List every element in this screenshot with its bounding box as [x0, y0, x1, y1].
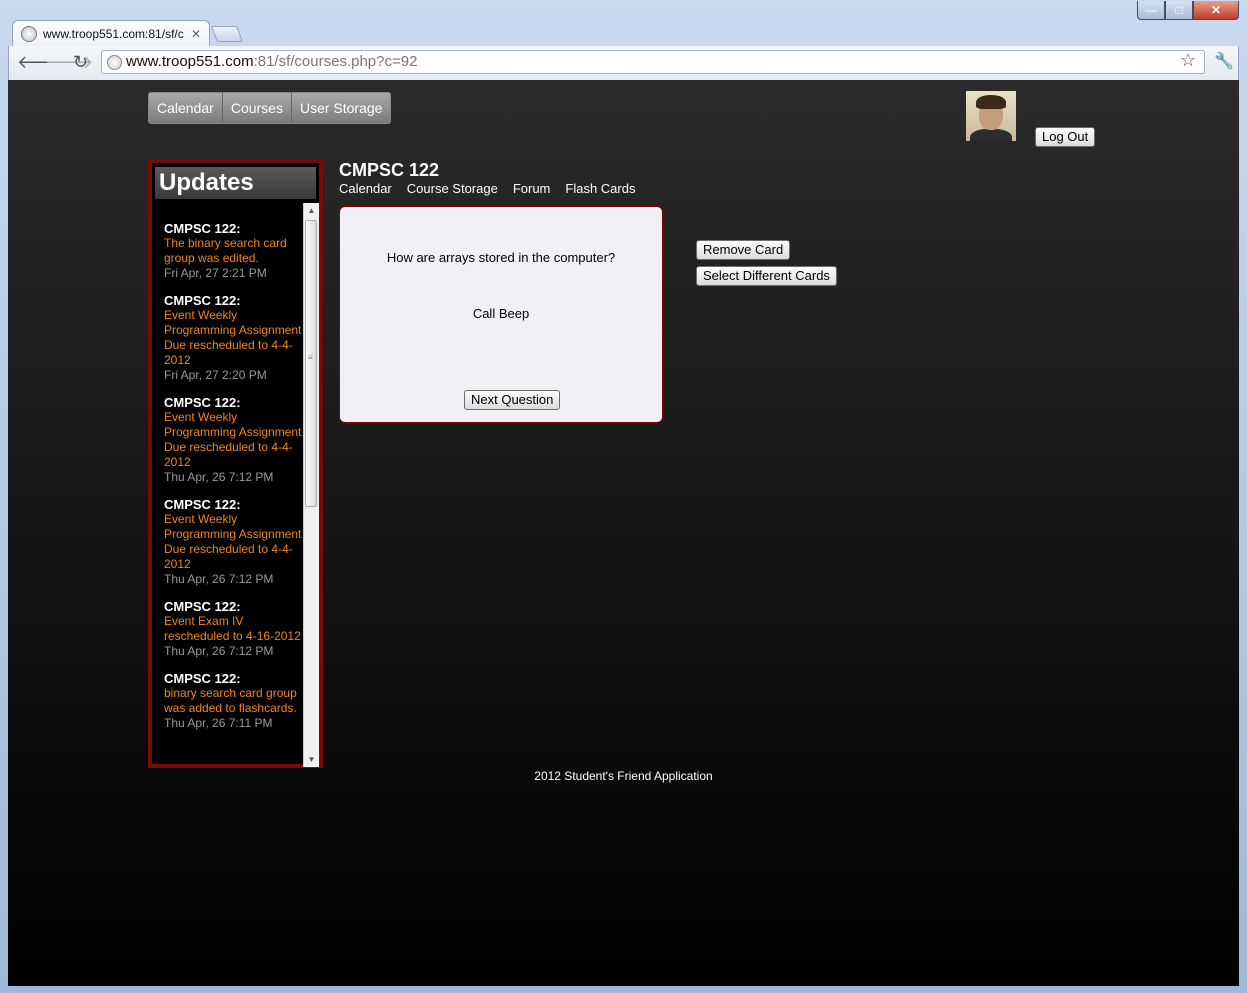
url-path: :81/sf/courses.php?c=92 — [253, 53, 418, 70]
update-message: Event Exam IV rescheduled to 4-16-2012 — [164, 614, 301, 643]
globe-icon — [21, 25, 37, 42]
updates-panel: Updates CMPSC 122: The binary search car… — [148, 159, 323, 768]
update-item: CMPSC 122: Event Weekly Programming Assi… — [164, 395, 302, 485]
url-host: www.troop551.com — [126, 53, 254, 70]
update-message: Event Weekly Programming Assignment Due … — [164, 410, 302, 469]
browser-tab[interactable]: www.troop551.com:81/sf/c ✕ — [12, 20, 210, 46]
update-date: Fri Apr, 27 2:20 PM — [164, 368, 267, 382]
update-item: CMPSC 122: Event Exam IV rescheduled to … — [164, 599, 302, 659]
flashcard-question: How are arrays stored in the computer? — [386, 250, 616, 265]
update-item: CMPSC 122: The binary search card group … — [164, 221, 302, 281]
minimize-icon[interactable]: — — [1137, 1, 1165, 20]
subnav-course-storage[interactable]: Course Storage — [407, 181, 498, 196]
scroll-up-icon[interactable]: ▲ — [304, 203, 319, 218]
new-tab-button[interactable] — [211, 26, 243, 42]
subnav-calendar[interactable]: Calendar — [339, 181, 392, 196]
update-message: The binary search card group was edited. — [164, 236, 287, 265]
update-course: CMPSC 122: — [164, 395, 241, 410]
update-date: Thu Apr, 26 7:12 PM — [164, 572, 274, 586]
updates-title: Updates — [155, 167, 316, 199]
select-different-cards-button[interactable]: Select Different Cards — [696, 266, 837, 286]
update-course: CMPSC 122: — [164, 221, 241, 236]
update-message: Event Weekly Programming Assignment Due … — [164, 308, 302, 367]
flashcard-answer: Call Beep — [472, 306, 530, 321]
maximize-icon[interactable]: □ — [1165, 1, 1193, 20]
update-course: CMPSC 122: — [164, 497, 241, 512]
nav-user-storage[interactable]: User Storage — [292, 93, 390, 123]
subnav-forum[interactable]: Forum — [513, 181, 551, 196]
page-globe-icon — [107, 55, 122, 70]
update-item: CMPSC 122: Event Weekly Programming Assi… — [164, 293, 302, 383]
update-date: Thu Apr, 26 7:12 PM — [164, 470, 274, 484]
tab-title: www.troop551.com:81/sf/c — [43, 26, 184, 41]
nav-courses[interactable]: Courses — [223, 93, 292, 123]
footer-text: 2012 Student's Friend Application — [534, 769, 713, 783]
reload-icon[interactable]: ↻ — [73, 52, 88, 73]
tab-close-icon[interactable]: ✕ — [191, 27, 201, 41]
update-course: CMPSC 122: — [164, 671, 241, 686]
remove-card-button[interactable]: Remove Card — [696, 240, 791, 260]
course-subnav: Calendar Course Storage Forum Flash Card… — [339, 181, 635, 196]
update-date: Thu Apr, 26 7:11 PM — [164, 716, 273, 730]
main-nav: Calendar Courses User Storage — [148, 92, 392, 124]
bookmark-star-icon[interactable]: ☆ — [1180, 50, 1196, 71]
scroll-thumb[interactable]: ≡ — [305, 220, 317, 507]
update-date: Thu Apr, 26 7:12 PM — [164, 644, 274, 658]
update-item: CMPSC 122: Event Weekly Programming Assi… — [164, 497, 302, 587]
browser-toolbar: 🡐 🡒 ↻ www.troop551.com:81/sf/courses.php… — [8, 46, 1239, 80]
nav-calendar[interactable]: Calendar — [149, 93, 223, 123]
avatar — [966, 91, 1016, 141]
next-question-button[interactable]: Next Question — [464, 390, 561, 410]
browser-window: — □ ✕ www.troop551.com:81/sf/c ✕ 🡐 🡒 ↻ w… — [0, 0, 1247, 993]
logout-button[interactable]: Log Out — [1035, 127, 1096, 147]
subnav-flash-cards[interactable]: Flash Cards — [565, 181, 635, 196]
window-controls: — □ ✕ — [1137, 1, 1239, 20]
updates-list[interactable]: CMPSC 122: The binary search card group … — [155, 203, 302, 765]
page-content: Calendar Courses User Storage Log Out Up… — [8, 80, 1239, 986]
flashcard: How are arrays stored in the computer? C… — [339, 206, 663, 423]
update-course: CMPSC 122: — [164, 599, 241, 614]
updates-scrollbar[interactable]: ▲ ≡ ▼ — [303, 203, 319, 767]
update-message: binary search card group was added to fl… — [164, 686, 297, 715]
update-message: Event Weekly Programming Assignment Due … — [164, 512, 302, 571]
update-item: CMPSC 122: binary search card group was … — [164, 671, 302, 731]
update-date: Fri Apr, 27 2:21 PM — [164, 266, 267, 280]
scroll-down-icon[interactable]: ▼ — [304, 752, 319, 767]
address-bar[interactable]: www.troop551.com:81/sf/courses.php?c=92 — [101, 50, 1205, 74]
close-icon[interactable]: ✕ — [1193, 1, 1239, 20]
update-course: CMPSC 122: — [164, 293, 241, 308]
wrench-icon[interactable]: 🔧 — [1214, 51, 1234, 71]
course-title: CMPSC 122 — [339, 160, 440, 180]
